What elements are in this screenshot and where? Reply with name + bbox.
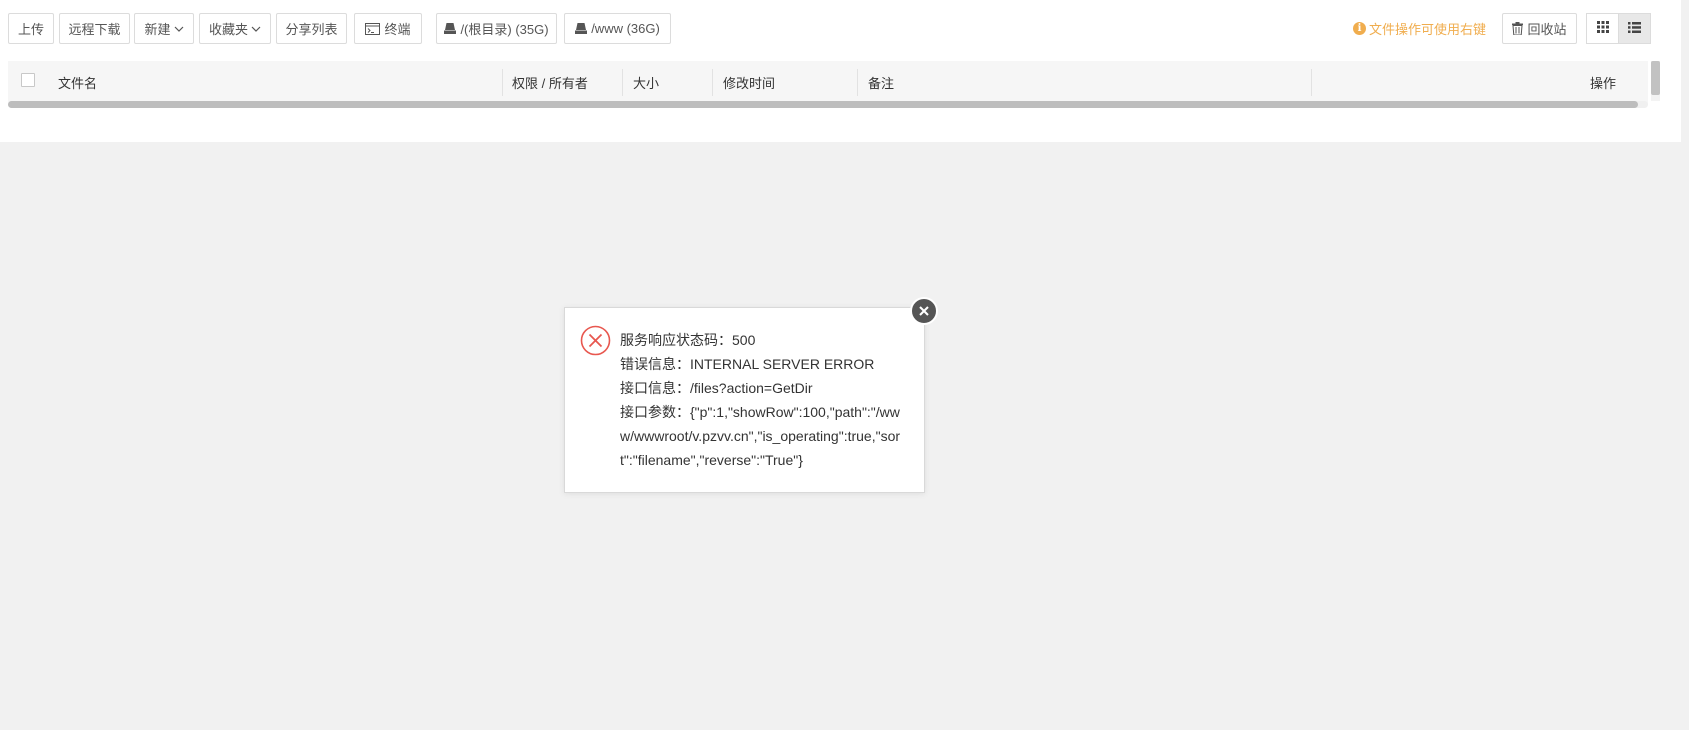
error-dialog: 服务响应状态码：500 错误信息：INTERNAL SERVER ERROR 接… [564,307,925,493]
right-click-hint-text: 文件操作可使用右键 [1368,22,1486,37]
chevron-down-icon [174,26,184,32]
recycle-bin-button[interactable]: 回收站 [1502,13,1577,44]
error-message: 错误信息：INTERNAL SERVER ERROR [620,356,875,372]
info-icon: i [1352,22,1366,35]
column-size[interactable]: 大小 [633,61,659,104]
horizontal-scrollbar-thumb[interactable] [8,101,1638,108]
column-mtime[interactable]: 修改时间 [723,61,775,104]
terminal-button-label: 终端 [384,22,411,37]
view-toggle [1586,13,1651,44]
select-all-checkbox[interactable] [21,73,35,87]
error-status-code: 服务响应状态码：500 [620,332,756,348]
disk-root-label: /(根目录) (35G) [460,22,549,37]
column-permission[interactable]: 权限 / 所有者 [512,61,588,104]
grid-view-icon [1596,21,1609,36]
new-dropdown-button[interactable]: 新建 [134,13,194,44]
share-list-button[interactable]: 分享列表 [276,13,347,44]
right-click-hint: i 文件操作可使用右键 [1352,13,1486,44]
error-circle-x-icon [580,325,611,356]
column-divider [1311,69,1312,96]
column-divider [857,69,858,96]
column-filename[interactable]: 文件名 [58,61,97,104]
vertical-scrollbar-thumb[interactable] [1651,61,1660,95]
upload-button[interactable]: 上传 [8,13,54,44]
disk-www-button[interactable]: /www (36G) [564,13,671,44]
disk-root-button[interactable]: /(根目录) (35G) [436,13,557,44]
terminal-icon [365,22,381,35]
disk-www-label: /www (36G) [591,21,660,36]
share-list-button-label: 分享列表 [285,22,338,37]
terminal-button[interactable]: 终端 [354,13,422,44]
column-divider [622,69,623,96]
column-remark: 备注 [868,76,895,91]
error-api-params: 接口参数：{"p":1,"showRow":100,"path":"/www/w… [620,404,901,468]
error-dialog-content: 服务响应状态码：500 错误信息：INTERNAL SERVER ERROR 接… [620,328,910,472]
column-divider [712,69,713,96]
disk-icon [575,23,588,34]
file-manager-panel: 上传 远程下载 新建 收藏夹 分享列表 终端 /(根目录) (35G) /www… [0,0,1681,142]
disk-icon [444,23,457,34]
new-dropdown-label: 新建 [144,22,171,37]
error-api-info: 接口信息：/files?action=GetDir [620,380,813,396]
favorites-dropdown-label: 收藏夹 [208,22,248,37]
dialog-close-button[interactable] [910,297,938,325]
recycle-bin-label: 回收站 [1527,22,1567,37]
file-table-header: 文件名 权限 / 所有者 大小 修改时间 备注 操作 [8,61,1648,104]
trash-icon [1512,22,1524,35]
list-view-icon [1628,21,1641,36]
upload-button-label: 上传 [17,22,44,37]
favorites-dropdown-button[interactable]: 收藏夹 [199,13,271,44]
remote-download-button[interactable]: 远程下载 [59,13,130,44]
remote-download-button-label: 远程下载 [68,22,121,37]
vertical-scrollbar[interactable] [1651,61,1660,101]
column-actions: 操作 [1589,76,1616,91]
toolbar: 上传 远程下载 新建 收藏夹 分享列表 终端 /(根目录) (35G) /www… [8,13,1669,46]
chevron-down-icon [251,26,261,32]
horizontal-scrollbar[interactable] [8,101,1648,108]
grid-view-button[interactable] [1586,13,1619,44]
column-divider [502,69,503,96]
close-icon [918,305,930,317]
list-view-button[interactable] [1618,13,1651,44]
